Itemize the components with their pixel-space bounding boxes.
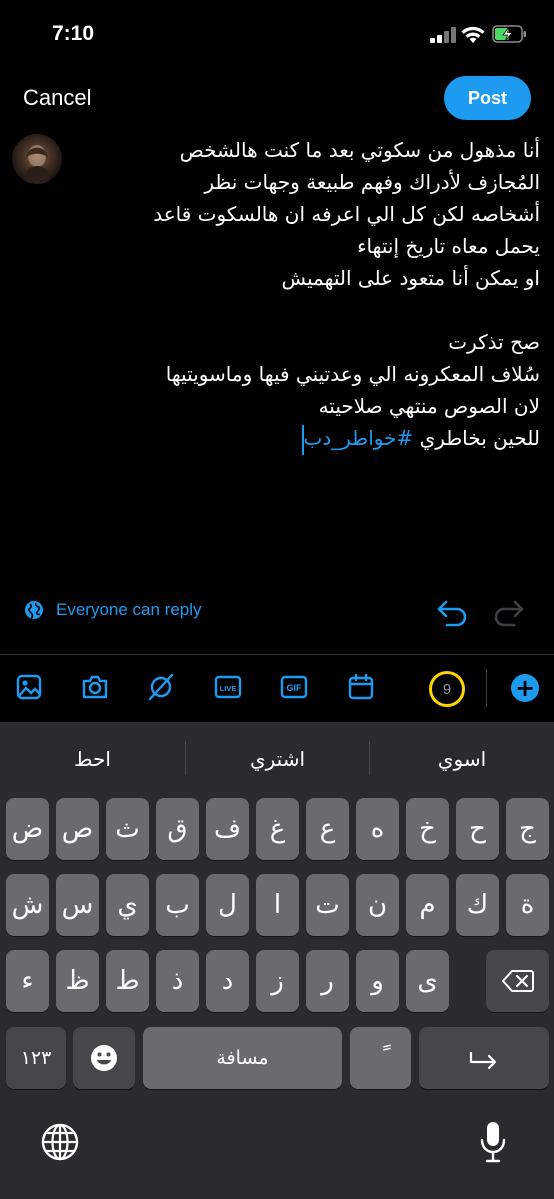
keyboard: اسوي اشتري احط ج ح خ ه ع غ ف ق ث ص ض ة ك… [0,722,554,1199]
key[interactable]: ز [256,950,299,1012]
camera-icon[interactable] [80,672,110,702]
diacritic-key[interactable]: ً [350,1027,411,1089]
svg-text:GIF: GIF [287,683,303,693]
gif-search-icon[interactable] [146,672,176,702]
key[interactable]: م [406,874,449,936]
compose-toolbar: LIVE GIF [0,660,554,718]
key[interactable]: ى [406,950,449,1012]
key[interactable]: غ [256,798,299,860]
wifi-icon [461,26,485,43]
emoji-icon [91,1045,117,1071]
key[interactable]: ض [6,798,49,860]
key[interactable]: ق [156,798,199,860]
tweet-line: المُجازف لأدراك وفهم طبيعة وجهات نظر [204,170,540,194]
key[interactable]: ر [306,950,349,1012]
key[interactable]: ي [106,874,149,936]
tweet-line: او يمكن أنا متعود على التهميش [281,266,540,290]
key[interactable]: ط [106,950,149,1012]
numbers-key[interactable]: ١٢٣ [6,1027,66,1089]
key[interactable]: ج [506,798,549,860]
character-counter: 9 [429,671,465,707]
tweet-line: يحمل معاه تاريخ إنتهاء [357,234,540,258]
status-bar: 7:10 [0,0,554,70]
hashtag[interactable]: #خواطر_دب [304,426,414,450]
key[interactable]: ذ [156,950,199,1012]
cellular-signal-icon [430,26,456,43]
toolbar-divider [0,654,554,655]
add-tweet-button[interactable]: + [511,674,539,702]
globe-icon [25,601,43,619]
avatar[interactable] [12,134,62,184]
tweet-blank-line [80,294,540,326]
suggestion-item[interactable]: اشتري [186,722,369,796]
cancel-button[interactable]: Cancel [23,85,91,111]
suggestion-separator [369,741,370,775]
key[interactable]: س [56,874,99,936]
key[interactable]: و [356,950,399,1012]
emoji-key[interactable] [73,1027,135,1089]
status-time: 7:10 [52,22,95,45]
live-icon[interactable]: LIVE [213,672,243,702]
key[interactable]: ك [456,874,499,936]
key[interactable]: ل [206,874,249,936]
key[interactable]: ف [206,798,249,860]
key[interactable]: ه [356,798,399,860]
battery-charging-icon [492,25,526,43]
schedule-icon[interactable] [346,672,376,702]
suggestion-item[interactable]: احط [0,722,185,796]
backspace-key[interactable] [486,950,549,1012]
key[interactable]: ح [456,798,499,860]
toolbar-separator [486,669,487,707]
key[interactable]: ع [306,798,349,860]
reply-setting-label: Everyone can reply [56,600,202,619]
key[interactable]: ن [356,874,399,936]
tweet-line: صح تذكرت [448,330,540,354]
svg-text:LIVE: LIVE [220,684,237,693]
key[interactable]: ص [56,798,99,860]
tweet-last-line: للحين بخاطري #خواطر_دب [80,422,540,455]
key[interactable]: ة [506,874,549,936]
microphone-icon[interactable] [478,1120,508,1164]
key[interactable]: ش [6,874,49,936]
key[interactable]: ت [306,874,349,936]
tweet-line: أنا مذهول من سكوتي بعد ما كنت هالشخص [179,138,540,162]
space-key[interactable]: مسافة [143,1027,342,1089]
key[interactable]: ث [106,798,149,860]
suggestion-item[interactable]: اسوي [370,722,554,796]
key[interactable]: د [206,950,249,1012]
post-button[interactable]: Post [444,76,531,120]
key[interactable]: ظ [56,950,99,1012]
key[interactable]: ا [256,874,299,936]
tweet-line: أشخاصه لكن كل الي اعرفه ان هالسكوت قاعد [153,202,540,226]
globe-icon[interactable] [40,1122,80,1162]
key[interactable]: ء [6,950,49,1012]
tweet-line: سُلاف المعكرونه الي وعدتيني فيها وماسويت… [165,362,540,386]
tweet-compose-text[interactable]: أنا مذهول من سكوتي بعد ما كنت هالشخص الم… [80,134,540,455]
reply-setting[interactable]: Everyone can reply [24,600,202,620]
gif-icon[interactable]: GIF [279,672,309,702]
undo-icon[interactable] [435,598,469,628]
return-icon [469,1052,497,1070]
image-icon[interactable] [14,672,44,702]
suggestion-bar: اسوي اشتري احط [0,722,554,796]
tweet-line-prefix: للحين بخاطري [413,426,540,450]
backspace-icon [501,970,534,992]
return-key[interactable] [419,1027,549,1089]
key[interactable]: ب [156,874,199,936]
redo-icon [494,600,524,627]
key[interactable]: خ [406,798,449,860]
suggestion-separator [185,741,186,775]
tweet-line: لان الصوص منتهي صلاحيته [318,394,540,418]
